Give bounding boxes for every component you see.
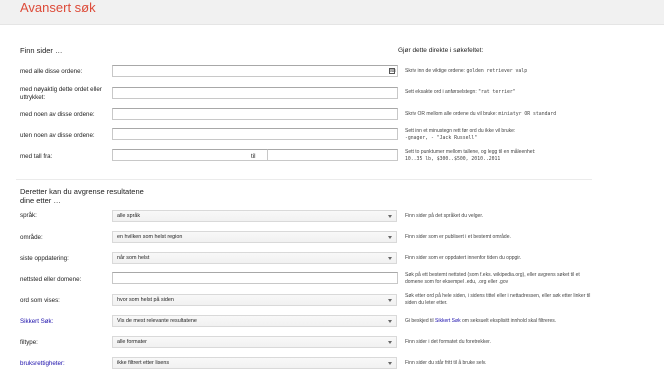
exact-phrase-label: med nøyaktig dette ordet eller uttrykket… xyxy=(20,86,102,101)
all-words-label: med alle disse ordene: xyxy=(20,68,83,75)
top-bar xyxy=(0,0,664,25)
region-label: område: xyxy=(20,234,43,241)
chevron-down-icon xyxy=(388,341,392,344)
usage-rights-select[interactable]: ikke filtrert etter lisens xyxy=(112,357,397,369)
any-words-input[interactable] xyxy=(112,108,398,120)
chevron-down-icon xyxy=(388,299,392,302)
file-type-hint: Finn sider i det formatet du foretrekker… xyxy=(405,339,491,345)
terms-appearing-select[interactable]: hvor som helst på siden xyxy=(112,294,397,306)
hint-heading: Gjør dette direkte i søkefeltet: xyxy=(398,47,484,54)
number-range-hint: Sett to punktumer mellom tallene, og leg… xyxy=(405,149,536,162)
safesearch-link[interactable]: Sikkert Søk: xyxy=(20,318,110,326)
safesearch-hint: Gi beskjed til Sikkert Søk om seksuelt e… xyxy=(405,318,557,324)
site-domain-input[interactable] xyxy=(112,272,398,284)
file-type-select[interactable]: alle formater xyxy=(112,336,397,348)
site-domain-label: nettsted eller domene: xyxy=(20,276,82,283)
number-to-label: til xyxy=(251,153,256,160)
terms-appearing-hint: Søk etter ord på hele siden, i sidens ti… xyxy=(405,293,591,306)
language-select[interactable]: alle språk xyxy=(112,210,397,222)
section-divider xyxy=(16,179,592,180)
safesearch-select[interactable]: Vis de mest relevante resultatene xyxy=(112,315,397,327)
site-domain-hint: Søk på ett bestemt nettsted (som f.eks. … xyxy=(405,272,580,285)
number-from-input[interactable] xyxy=(112,149,271,161)
language-hint: Finn sider på det språket du velger. xyxy=(405,213,484,219)
number-to-input[interactable] xyxy=(267,149,398,161)
page-title: Avansert søk xyxy=(20,0,96,15)
none-words-label: uten noen av disse ordene: xyxy=(20,132,95,139)
region-hint: Finn sider som er publisert i et bestemt… xyxy=(405,234,511,240)
safesearch-hint-link[interactable]: Sikkert Søk xyxy=(435,318,461,324)
terms-appearing-label: ord som vises: xyxy=(20,297,60,304)
usage-rights-link[interactable]: bruksrettigheter: xyxy=(20,360,110,368)
exact-phrase-input[interactable] xyxy=(112,87,398,99)
region-select[interactable]: en hvilken som helst region xyxy=(112,231,397,243)
none-words-hint: Sett inn et minustegn rett før ord du ik… xyxy=(405,128,516,141)
any-words-label: med noen av disse ordene: xyxy=(20,111,95,118)
chevron-down-icon xyxy=(388,320,392,323)
last-update-select[interactable]: når som helst xyxy=(112,252,397,264)
number-range-label: med tall fra: xyxy=(20,153,53,160)
any-words-hint: Skriv OR mellom alle ordene du vil bruke… xyxy=(405,111,557,117)
all-words-input[interactable]: ⌨ xyxy=(112,65,398,77)
exact-phrase-hint: Sett eksakte ord i anførselstegn: "rat t… xyxy=(405,89,516,95)
chevron-down-icon xyxy=(388,236,392,239)
find-pages-heading: Finn sider … xyxy=(20,46,63,55)
chevron-down-icon xyxy=(388,362,392,365)
none-words-input[interactable] xyxy=(112,128,398,140)
chevron-down-icon xyxy=(388,215,392,218)
chevron-down-icon xyxy=(388,257,392,260)
usage-rights-hint: Finn sider du står fritt til å bruke sel… xyxy=(405,360,487,366)
last-update-hint: Finn sider som er oppdatert innenfor tid… xyxy=(405,255,522,261)
file-type-label: filtype: xyxy=(20,339,38,346)
keyboard-icon[interactable]: ⌨ xyxy=(389,68,396,74)
language-label: språk: xyxy=(20,212,37,219)
last-update-label: siste oppdatering: xyxy=(20,255,69,262)
narrow-heading: Deretter kan du avgrense resultatene din… xyxy=(20,187,144,205)
all-words-hint: Skriv inn de viktige ordene: golden retr… xyxy=(405,68,528,74)
